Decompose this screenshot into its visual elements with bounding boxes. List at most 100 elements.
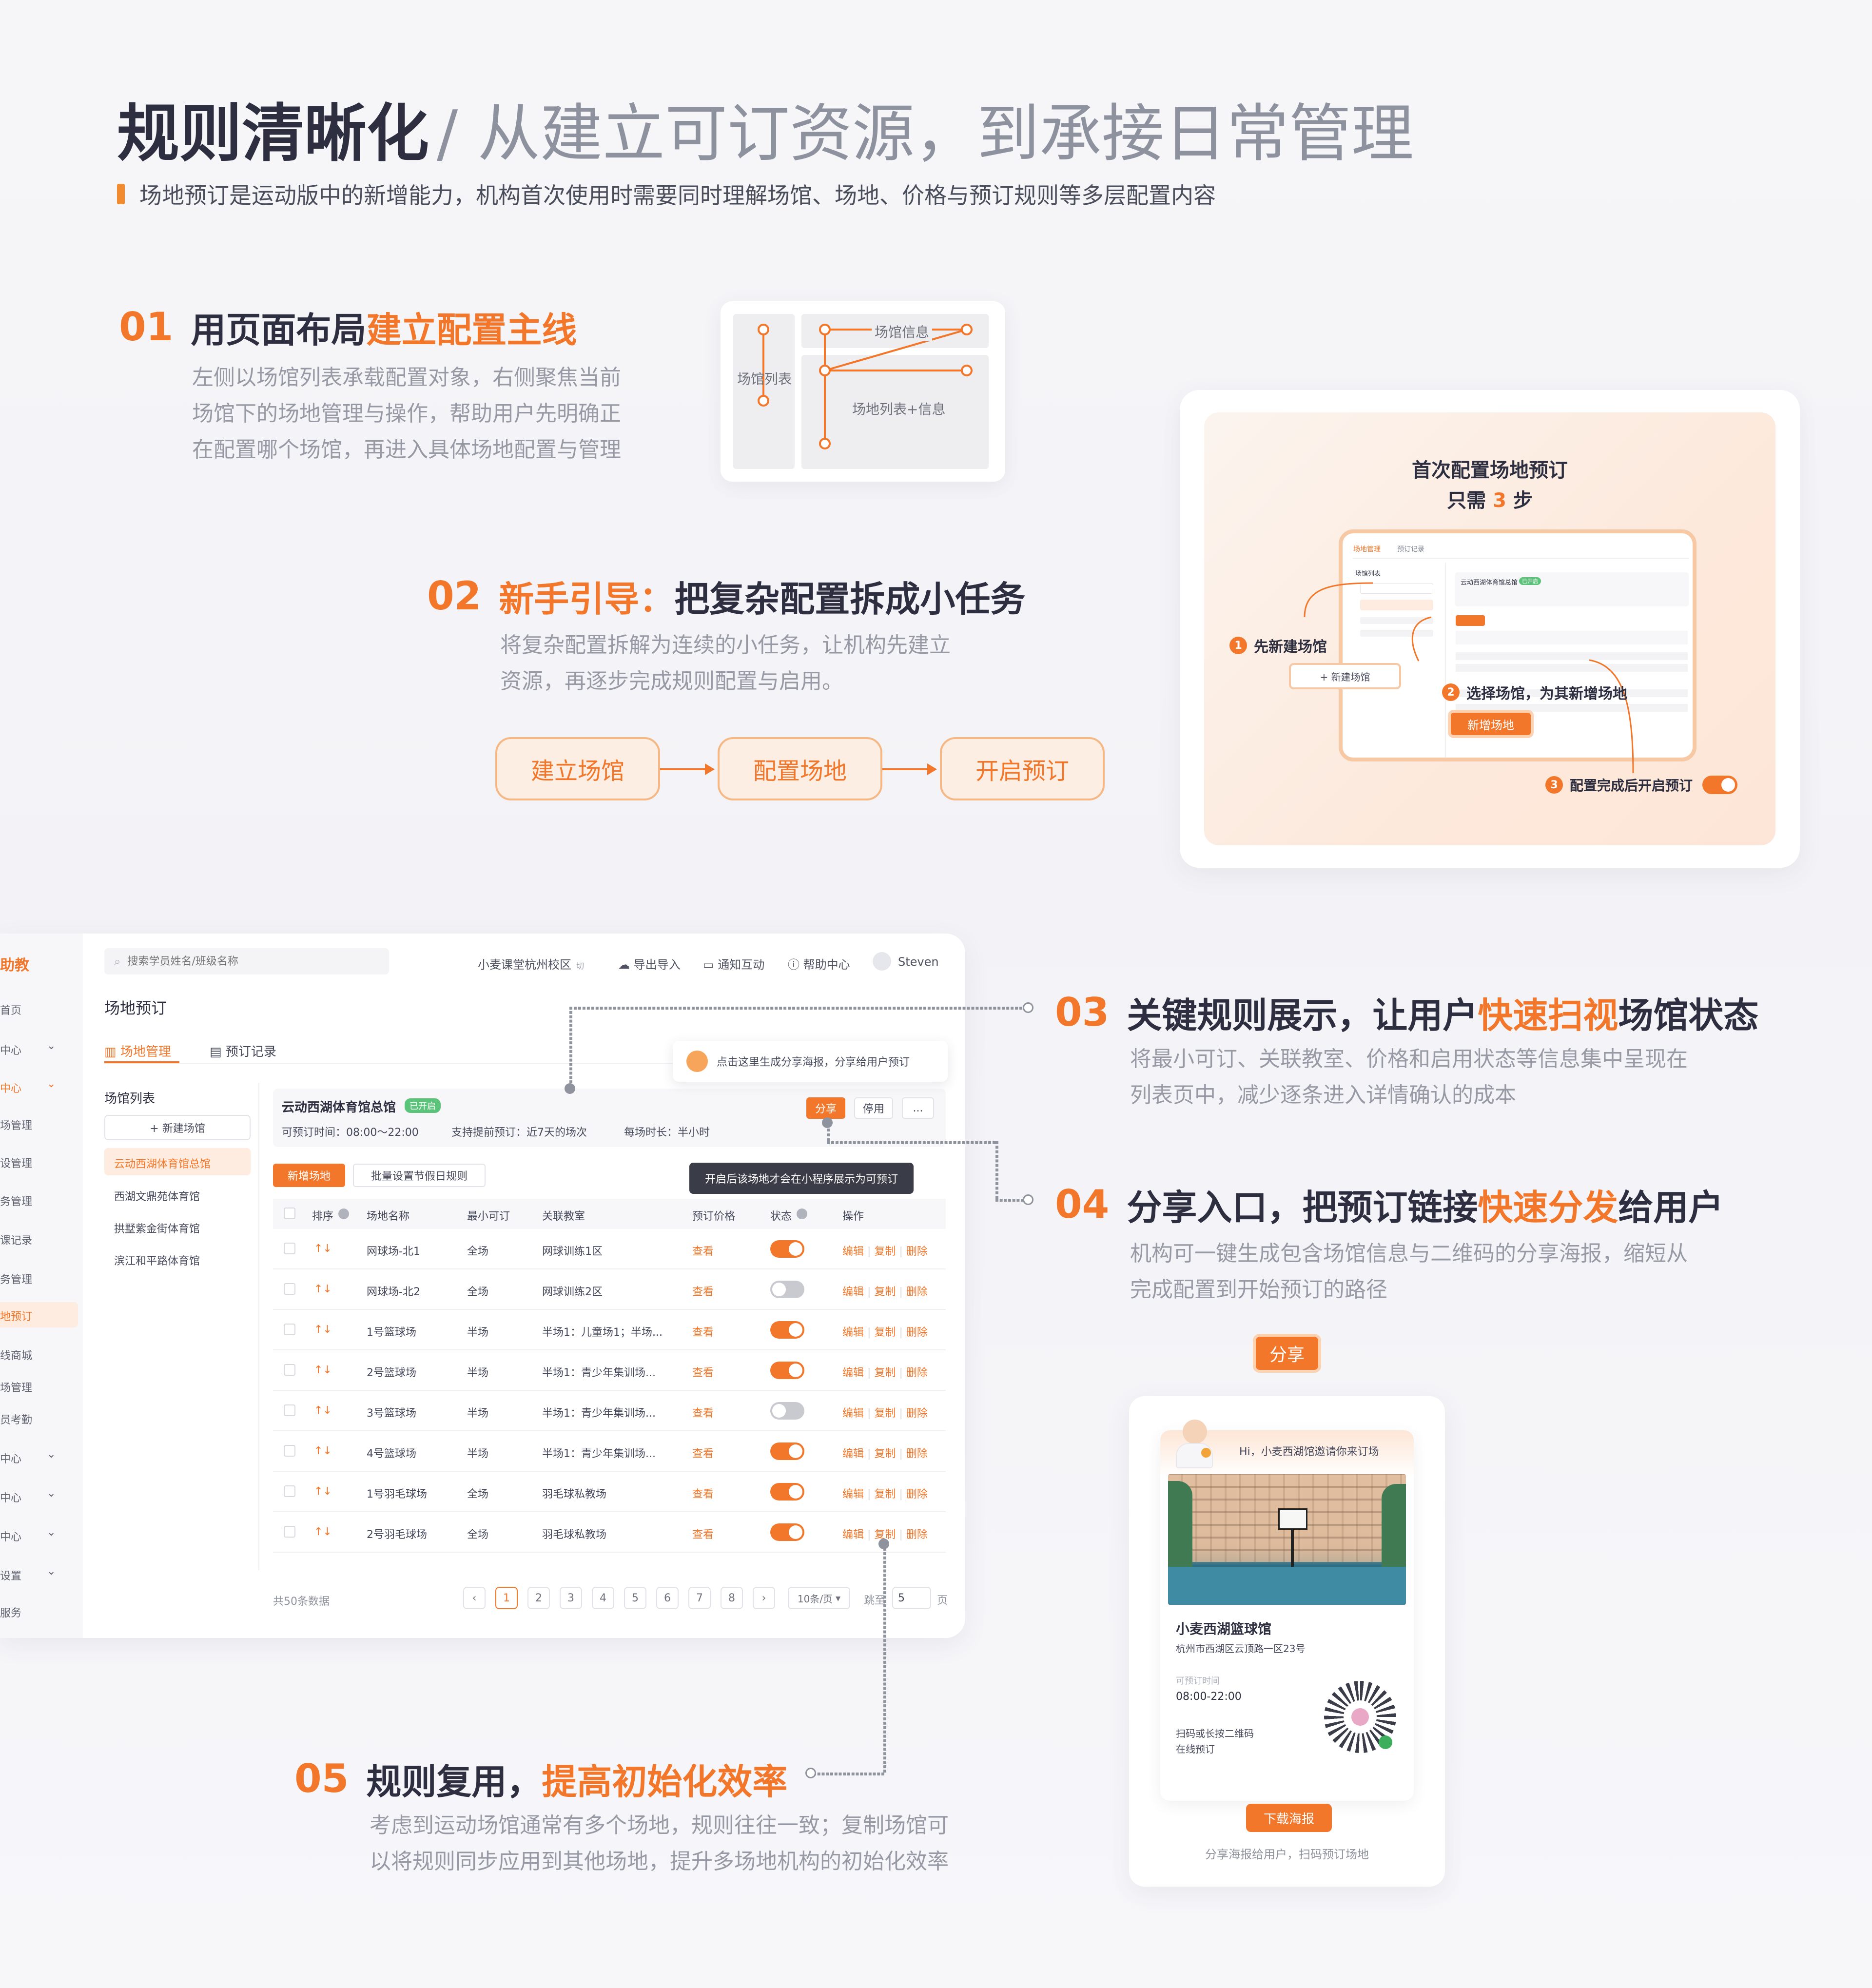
sort-arrows-icon[interactable]: ↑↓ (314, 1526, 332, 1538)
page-button[interactable]: 6 (656, 1587, 679, 1609)
avatar[interactable] (873, 952, 891, 971)
tab-booking-records[interactable]: ▤ 预订记录 (210, 1042, 276, 1060)
row-checkbox[interactable] (284, 1526, 295, 1538)
row-checkbox[interactable] (284, 1283, 295, 1295)
edit-link[interactable]: 编辑 (842, 1286, 864, 1298)
sidebar-item[interactable]: 首页 (0, 1002, 83, 1017)
batch-holiday-button[interactable]: 批量设置节假日规则 (353, 1164, 486, 1187)
sort-arrows-icon[interactable]: ↑↓ (314, 1364, 332, 1376)
sort-arrows-icon[interactable]: ↑↓ (314, 1445, 332, 1457)
sort-arrows-icon[interactable]: ↑↓ (314, 1283, 332, 1295)
sort-arrows-icon[interactable]: ↑↓ (314, 1243, 332, 1255)
view-price-link[interactable]: 查看 (692, 1404, 714, 1420)
copy-link[interactable]: 复制 (874, 1407, 896, 1420)
status-toggle[interactable] (770, 1362, 804, 1379)
add-court-button[interactable]: 新增场地 (273, 1164, 345, 1187)
copy-link[interactable]: 复制 (874, 1367, 896, 1379)
share-button[interactable]: 分享 (806, 1097, 845, 1119)
more-button[interactable]: ... (902, 1097, 934, 1119)
view-price-link[interactable]: 查看 (692, 1283, 714, 1299)
view-price-link[interactable]: 查看 (692, 1526, 714, 1541)
page-button[interactable]: 7 (688, 1587, 711, 1609)
help-button[interactable]: ⓘ 帮助中心 (788, 955, 850, 972)
delete-link[interactable]: 删除 (906, 1448, 928, 1460)
sidebar-item[interactable]: 务管理 (0, 1193, 83, 1208)
row-checkbox[interactable] (284, 1324, 295, 1335)
view-price-link[interactable]: 查看 (692, 1324, 714, 1339)
row-checkbox[interactable] (284, 1404, 295, 1416)
status-toggle[interactable] (770, 1442, 804, 1460)
row-checkbox[interactable] (284, 1445, 295, 1457)
status-toggle[interactable] (770, 1321, 804, 1339)
jump-input[interactable]: 5 (892, 1587, 931, 1609)
edit-link[interactable]: 编辑 (842, 1488, 864, 1501)
edit-link[interactable]: 编辑 (842, 1326, 864, 1339)
page-button[interactable]: 1 (495, 1587, 518, 1609)
search-bar[interactable]: ⌕ (104, 948, 389, 975)
notify-button[interactable]: ▭ 通知互动 (703, 955, 764, 972)
copy-link[interactable]: 复制 (874, 1488, 896, 1501)
copy-link[interactable]: 复制 (874, 1286, 896, 1298)
page-button[interactable]: 5 (624, 1587, 646, 1609)
page-button[interactable]: 3 (560, 1587, 582, 1609)
sidebar-item[interactable]: 中心 ⌄ (0, 1078, 83, 1095)
edit-link[interactable]: 编辑 (842, 1367, 864, 1379)
delete-link[interactable]: 删除 (906, 1326, 928, 1339)
delete-link[interactable]: 删除 (906, 1246, 928, 1258)
sidebar-item[interactable]: 场管理 (0, 1117, 83, 1132)
page-button[interactable]: 4 (592, 1587, 614, 1609)
page-button[interactable]: 2 (527, 1587, 550, 1609)
sidebar-item[interactable]: 中心 ⌄ (0, 1040, 83, 1057)
delete-link[interactable]: 删除 (906, 1407, 928, 1420)
row-checkbox[interactable] (284, 1485, 295, 1497)
venue-item[interactable]: 拱墅紫金街体育馆 (114, 1220, 200, 1236)
campus-selector[interactable]: 小麦课堂杭州校区切 (478, 955, 584, 972)
sidebar-item[interactable]: 服务 (0, 1604, 83, 1620)
sidebar-item[interactable]: 中心 ⌄ (0, 1526, 83, 1544)
row-checkbox[interactable] (284, 1364, 295, 1376)
status-toggle[interactable] (770, 1483, 804, 1501)
tab-venue-manage[interactable]: ▥ 场地管理 (104, 1042, 171, 1060)
sidebar-item[interactable]: 线商城 (0, 1347, 83, 1363)
sidebar-item[interactable]: 设管理 (0, 1155, 83, 1170)
venue-item[interactable]: 云动西湖体育馆总馆 (114, 1155, 211, 1171)
sort-arrows-icon[interactable]: ↑↓ (314, 1485, 332, 1498)
status-toggle[interactable] (770, 1523, 804, 1541)
sidebar-item[interactable]: 中心 ⌄ (0, 1487, 83, 1505)
page-button[interactable]: 8 (721, 1587, 743, 1609)
edit-link[interactable]: 编辑 (842, 1246, 864, 1258)
sort-arrows-icon[interactable]: ↑↓ (314, 1404, 332, 1417)
sidebar-item[interactable]: 务管理 (0, 1271, 83, 1286)
disable-button[interactable]: 停用 (854, 1097, 893, 1119)
view-price-link[interactable]: 查看 (692, 1445, 714, 1461)
edit-link[interactable]: 编辑 (842, 1448, 864, 1460)
view-price-link[interactable]: 查看 (692, 1364, 714, 1380)
view-price-link[interactable]: 查看 (692, 1243, 714, 1258)
sidebar-item[interactable]: 员考勤 (0, 1411, 83, 1427)
sidebar-item[interactable]: 设置 ⌄ (0, 1565, 83, 1583)
sidebar-item[interactable]: 中心 ⌄ (0, 1448, 83, 1466)
page-button[interactable]: › (753, 1587, 775, 1609)
edit-link[interactable]: 编辑 (842, 1407, 864, 1420)
download-poster-button[interactable]: 下载海报 (1246, 1804, 1332, 1832)
sort-arrows-icon[interactable]: ↑↓ (314, 1324, 332, 1336)
copy-link[interactable]: 复制 (874, 1326, 896, 1339)
edit-link[interactable]: 编辑 (842, 1529, 864, 1541)
status-toggle[interactable] (770, 1240, 804, 1258)
sidebar-item[interactable]: 课记录 (0, 1232, 83, 1247)
status-toggle[interactable] (770, 1281, 804, 1298)
sidebar-item[interactable]: 场管理 (0, 1379, 83, 1395)
venue-item[interactable]: 滨江和平路体育馆 (114, 1252, 200, 1268)
delete-link[interactable]: 删除 (906, 1286, 928, 1298)
copy-link[interactable]: 复制 (874, 1448, 896, 1460)
view-price-link[interactable]: 查看 (692, 1485, 714, 1501)
status-toggle[interactable] (770, 1402, 804, 1420)
search-input[interactable] (127, 955, 362, 968)
row-checkbox[interactable] (284, 1243, 295, 1254)
select-all-checkbox[interactable] (284, 1208, 295, 1219)
venue-item[interactable]: 西湖文鼎苑体育馆 (114, 1188, 200, 1204)
export-import-button[interactable]: ☁ 导出导入 (618, 955, 681, 972)
delete-link[interactable]: 删除 (906, 1488, 928, 1501)
delete-link[interactable]: 删除 (906, 1367, 928, 1379)
sidebar-item[interactable]: 地预订 (0, 1302, 78, 1327)
